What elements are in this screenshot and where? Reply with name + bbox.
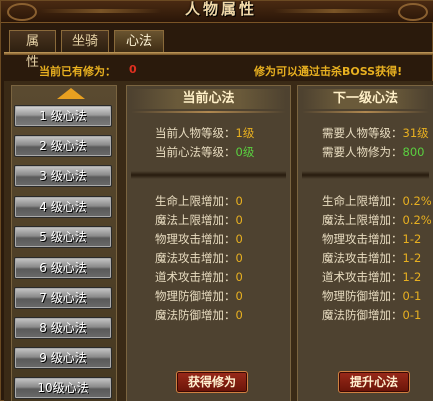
need-cultivation-label: 需要人物修为： <box>322 145 403 159</box>
stat-row: 生命上限增加：0.2% <box>322 193 432 209</box>
stat-row: 物理防御增加：0-1 <box>322 288 421 304</box>
stat-label: 物理攻击增加： <box>322 232 403 246</box>
need-level-value: 31级 <box>402 126 429 140</box>
stat-value: 0-1 <box>402 308 422 322</box>
stat-value: 1-2 <box>402 270 422 284</box>
stat-value: 1-2 <box>402 232 422 246</box>
divider <box>131 111 286 113</box>
level-button-8[interactable]: 8 级心法 <box>14 317 112 339</box>
stat-label: 生命上限增加： <box>155 194 236 208</box>
stat-label: 魔法攻击增加： <box>155 251 236 265</box>
scroll-up-arrow-icon[interactable] <box>57 88 85 99</box>
need-level-row: 需要人物等级：31级 <box>322 125 429 141</box>
stat-value: 1-2 <box>402 251 422 265</box>
need-cultivation-value: 800 <box>402 145 425 159</box>
title-bar: 人物属性 <box>1 0 433 23</box>
cultivation-info-row: 当前已有修为： 0 修为可以通过击杀BOSS获得! <box>1 61 433 81</box>
stat-label: 魔法上限增加： <box>322 213 403 227</box>
stat-value: 0.2% <box>402 194 432 208</box>
ornament-right-icon <box>398 3 428 21</box>
window-title: 人物属性 <box>184 0 257 18</box>
character-attributes-window: 人物属性 属 性 坐骑 心法 当前已有修为： 0 修为可以通过击杀BOSS获得!… <box>0 0 433 401</box>
stat-row: 魔法上限增加：0 <box>155 212 243 228</box>
need-cultivation-row: 需要人物修为：800 <box>322 144 424 160</box>
stat-label: 物理防御增加： <box>322 289 403 303</box>
level-button-5[interactable]: 5 级心法 <box>14 226 112 248</box>
stat-row: 魔法上限增加：0.2% <box>322 212 432 228</box>
stat-label: 生命上限增加： <box>322 194 403 208</box>
current-cultivation-label: 当前已有修为： <box>39 65 116 78</box>
tab-attributes[interactable]: 属 性 <box>9 30 56 70</box>
tab-bar: 属 性 坐骑 心法 <box>9 30 164 70</box>
stat-label: 道术攻击增加： <box>155 270 236 284</box>
next-method-panel: 下一级心法 需要人物等级：31级 需要人物修为：800 生命上限增加：0.2% … <box>297 85 433 401</box>
current-char-level-row: 当前人物等级：1级 <box>155 125 254 141</box>
level-button-1[interactable]: 1 级心法 <box>14 105 112 127</box>
tab-underline <box>4 52 433 55</box>
divider <box>302 111 429 113</box>
ornament-swirl-left <box>41 9 161 13</box>
stat-value: 0-1 <box>402 289 422 303</box>
current-method-level-row: 当前心法等级：0级 <box>155 144 254 160</box>
stat-row: 道术攻击增加：1-2 <box>322 269 421 285</box>
tab-mind-method[interactable]: 心法 <box>114 30 164 52</box>
level-button-9[interactable]: 9 级心法 <box>14 347 112 369</box>
current-char-level-label: 当前人物等级： <box>155 126 236 140</box>
stat-label: 魔法防御增加： <box>155 308 236 322</box>
stat-label: 魔法上限增加： <box>155 213 236 227</box>
divider <box>302 171 429 179</box>
level-button-10[interactable]: 10级心法 <box>14 377 112 399</box>
stat-row: 道术攻击增加：0 <box>155 269 243 285</box>
stat-row: 魔法攻击增加：0 <box>155 250 243 266</box>
tab-mount[interactable]: 坐骑 <box>61 30 109 52</box>
cultivation-hint: 修为可以通过击杀BOSS获得! <box>254 65 403 78</box>
next-method-title: 下一级心法 <box>302 89 429 109</box>
need-level-label: 需要人物等级： <box>322 126 403 140</box>
stat-row: 魔法攻击增加：1-2 <box>322 250 421 266</box>
level-button-2[interactable]: 2 级心法 <box>14 135 112 157</box>
level-button-6[interactable]: 6 级心法 <box>14 257 112 279</box>
current-char-level-value: 1级 <box>235 126 255 140</box>
stat-row: 物理攻击增加：0 <box>155 231 243 247</box>
stat-value: 0 <box>235 194 243 208</box>
current-method-title: 当前心法 <box>131 89 286 109</box>
stat-value: 0.2% <box>402 213 432 227</box>
current-method-level-label: 当前心法等级： <box>155 145 236 159</box>
stat-label: 物理防御增加： <box>155 289 236 303</box>
stat-value: 0 <box>235 213 243 227</box>
stat-row: 魔法防御增加：0 <box>155 307 243 323</box>
stat-label: 魔法防御增加： <box>322 308 403 322</box>
current-cultivation-value: 0 <box>129 63 137 76</box>
stat-row: 生命上限增加：0 <box>155 193 243 209</box>
level-button-3[interactable]: 3 级心法 <box>14 165 112 187</box>
stat-value: 0 <box>235 251 243 265</box>
stat-row: 魔法防御增加：0-1 <box>322 307 421 323</box>
stat-row: 物理攻击增加：1-2 <box>322 231 421 247</box>
current-method-panel: 当前心法 当前人物等级：1级 当前心法等级：0级 生命上限增加：0 魔法上限增加… <box>126 85 291 401</box>
level-button-4[interactable]: 4 级心法 <box>14 196 112 218</box>
stat-value: 0 <box>235 232 243 246</box>
upgrade-method-button[interactable]: 提升心法 <box>338 371 410 393</box>
stat-label: 魔法攻击增加： <box>322 251 403 265</box>
divider <box>131 171 286 179</box>
stat-label: 道术攻击增加： <box>322 270 403 284</box>
stat-label: 物理攻击增加： <box>155 232 236 246</box>
ornament-swirl-right <box>274 9 394 13</box>
ornament-left-icon <box>7 3 37 21</box>
level-button-7[interactable]: 7 级心法 <box>14 287 112 309</box>
gain-cultivation-button[interactable]: 获得修为 <box>176 371 248 393</box>
stat-value: 0 <box>235 289 243 303</box>
stat-value: 0 <box>235 308 243 322</box>
stat-row: 物理防御增加：0 <box>155 288 243 304</box>
stat-value: 0 <box>235 270 243 284</box>
current-method-level-value: 0级 <box>235 145 255 159</box>
